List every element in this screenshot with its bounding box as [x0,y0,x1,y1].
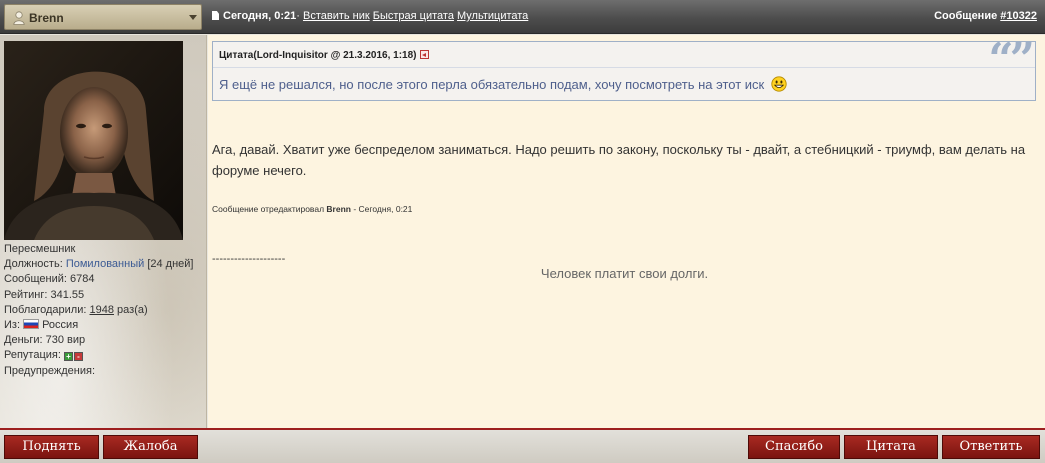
thanks-suffix: раз(а) [117,303,148,316]
multi-quote-link[interactable]: Мультицитата [457,10,528,22]
up-button[interactable]: Поднять [4,435,99,459]
edited-prefix: Сообщение отредактировал [212,204,325,214]
user-warnings: Предупреждения: [4,364,96,377]
position-label: Должность: [4,258,63,271]
thanks-button[interactable]: Спасибо [748,435,840,459]
signature: Человек платит свои долги. [540,266,709,281]
user-thanks: Поблагодарили: 1948 раз(а) [4,303,193,318]
user-rating: Рейтинг: 341.55 [4,288,85,301]
user-from: Из: Россия [4,318,193,333]
reply-button[interactable]: Ответить [942,435,1040,459]
rep-plus-button[interactable]: + [63,352,73,362]
message-number: Сообщение #10322 [934,10,1037,22]
position-value: Помилованный [65,258,145,271]
post-date: Сегодня, 0:21 [223,10,297,22]
position-extra: [24 дней] [147,258,194,271]
rep-minus-button[interactable]: - [73,352,83,362]
message-number-link[interactable]: #10322 [1000,10,1037,22]
edited-user: Brenn [326,204,351,214]
author-dropdown[interactable]: Brenn [4,4,202,30]
user-messages: Сообщений: 6784 [4,273,95,286]
from-label: Из: [4,319,21,332]
avatar[interactable] [4,41,183,240]
document-icon [212,11,219,20]
avatar-image [4,41,183,240]
quote-text-content: Я ещё не решался, но после этого перла о… [219,77,765,92]
post-body: Цитата(Lord-Inquisitor @ 21.3.2016, 1:18… [208,35,1045,428]
quote-block: Цитата(Lord-Inquisitor @ 21.3.2016, 1:18… [212,38,1036,101]
post-actions-bar: Поднять Жалоба Спасибо Цитата Ответить [0,428,1045,463]
quote-title-text: Цитата(Lord-Inquisitor @ 21.3.2016, 1:18… [219,50,417,61]
message-label: Сообщение [934,10,998,22]
smiley-icon [771,76,787,92]
user-money: Деньги: 730 вир [4,334,86,347]
back-arrow-icon[interactable] [419,50,429,59]
thanks-label: Поблагодарили: [4,303,87,316]
user-position: Должность: Помилованный [24 дней] [4,257,193,272]
post-header: Brenn Сегодня, 0:21· Вставить ник Быстра… [0,0,1045,34]
meta-separator: · [296,10,300,22]
quote-header: Цитата(Lord-Inquisitor @ 21.3.2016, 1:18… [213,38,1035,82]
signature-separator: -------------------- [212,253,286,265]
user-reputation: Репутация: + - [4,348,193,363]
quote-text: Я ещё не решался, но после этого перла о… [219,76,787,92]
complaint-button[interactable]: Жалоба [103,435,198,459]
user-icon [13,11,25,25]
author-name: Brenn [29,11,64,25]
quote-button[interactable]: Цитата [844,435,938,459]
edited-time: - Сегодня, 0:21 [353,204,413,214]
thanks-count-link[interactable]: 1948 [90,304,114,316]
user-info: Пересмешник Должность: Помилованный [24 … [4,242,193,379]
edited-note: Сообщение отредактировал Brenn - Сегодня… [212,204,412,214]
post-meta: Сегодня, 0:21· Вставить ник Быстрая цита… [212,10,528,22]
russia-flag-icon [23,319,40,330]
chevron-down-icon [189,15,197,20]
user-panel: Пересмешник Должность: Помилованный [24 … [0,35,207,428]
post-text: Ага, давай. Хватит уже беспределом заним… [212,142,1026,178]
quote-title: Цитата(Lord-Inquisitor @ 21.3.2016, 1:18… [219,50,429,61]
insert-nick-link[interactable]: Вставить ник [303,10,370,22]
user-country: Россия [42,319,79,332]
quote-marks-icon: “” [988,34,1035,85]
fast-quote-link[interactable]: Быстрая цитата [373,10,454,22]
user-title: Пересмешник [4,243,76,255]
reputation-label: Репутация: [4,349,61,362]
